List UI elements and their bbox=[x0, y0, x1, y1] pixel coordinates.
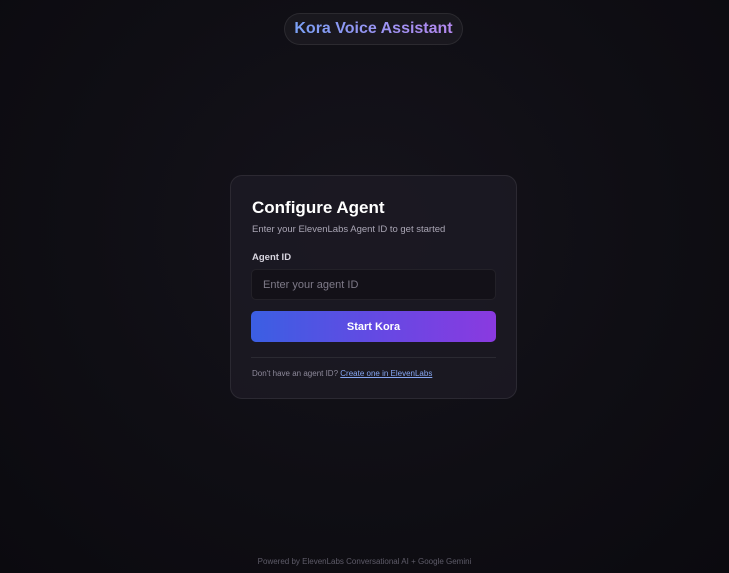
configure-agent-card: Configure Agent Enter your ElevenLabs Ag… bbox=[230, 175, 517, 399]
card-title: Configure Agent bbox=[252, 198, 385, 217]
header-pill: Kora Voice Assistant bbox=[284, 13, 463, 45]
card-subtitle: Enter your ElevenLabs Agent ID to get st… bbox=[252, 224, 446, 235]
start-kora-button[interactable]: Start Kora bbox=[251, 311, 496, 342]
agent-id-input[interactable] bbox=[251, 269, 496, 300]
help-text-label: Don't have an agent ID? bbox=[252, 369, 341, 378]
create-agent-link[interactable]: Create one in ElevenLabs bbox=[340, 369, 432, 378]
divider bbox=[251, 357, 496, 358]
powered-by-footer: Powered by ElevenLabs Conversational AI … bbox=[257, 557, 472, 566]
help-text: Don't have an agent ID? Create one in El… bbox=[252, 369, 432, 378]
app-title: Kora Voice Assistant bbox=[294, 20, 453, 37]
agent-id-label: Agent ID bbox=[252, 252, 292, 263]
